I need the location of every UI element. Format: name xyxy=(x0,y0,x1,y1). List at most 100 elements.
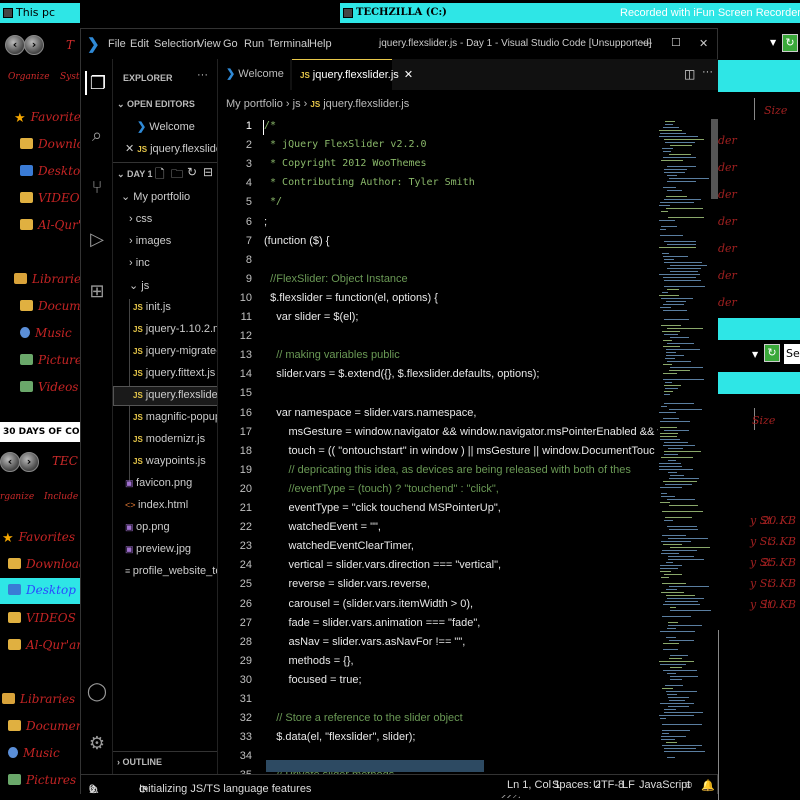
scrollbar-thumb[interactable] xyxy=(711,119,718,199)
code-line[interactable]: slider.vars = $.extend({}, $.flexslider.… xyxy=(264,368,539,380)
refresh-icon[interactable]: ↻ xyxy=(782,34,798,52)
tree-file-waypoints[interactable]: JS waypoints.js xyxy=(133,455,206,467)
outline-header[interactable]: › OUTLINE xyxy=(117,757,162,767)
size-column-header[interactable]: Size xyxy=(764,104,787,117)
folder-my-portfolio[interactable]: ⌄ My portfolio xyxy=(121,190,190,203)
back-button[interactable]: ‹ xyxy=(5,35,25,55)
code-line[interactable]: touch = (( "ontouchstart" in window ) ||… xyxy=(264,445,654,457)
code-line[interactable]: vertical = slider.vars.direction === "ve… xyxy=(264,559,501,571)
breadcrumb-folder[interactable]: My portfolio xyxy=(226,98,283,110)
run-debug-icon[interactable]: ▷ xyxy=(85,227,109,251)
code-line[interactable]: $.data(el, "flexslider", slider); xyxy=(264,731,415,743)
menu-go[interactable]: Go xyxy=(223,38,238,50)
nav-libraries[interactable]: Libraries xyxy=(2,692,75,706)
file-row-name[interactable]: der xyxy=(718,296,737,309)
code-line[interactable]: * Copyright 2012 WooThemes xyxy=(264,158,427,169)
explorer-icon[interactable]: ❐ xyxy=(85,71,109,95)
tree-file-favicon[interactable]: ▣ favicon.png xyxy=(125,477,192,489)
minimize-button[interactable]: — xyxy=(641,37,652,49)
accounts-icon[interactable]: ◯ xyxy=(85,679,109,703)
code-line[interactable]: reverse = slider.vars.reverse, xyxy=(264,578,430,590)
organize-button[interactable]: Organize xyxy=(8,72,50,82)
code-line[interactable]: // Store a reference to the slider objec… xyxy=(264,712,463,724)
code-line[interactable]: //eventType = (touch) ? "touchend" : "cl… xyxy=(264,483,498,495)
forward-button[interactable]: › xyxy=(19,452,39,472)
nav-documents[interactable]: Documents xyxy=(8,719,80,733)
file-row-name[interactable]: der xyxy=(718,188,737,201)
tree-folder-js[interactable]: ⌄ js xyxy=(129,279,149,292)
code-line[interactable]: (function ($) { xyxy=(264,235,329,247)
tree-file-flexslider[interactable]: JSjquery.flexslider.js xyxy=(133,389,217,401)
code-line[interactable]: // making variables public xyxy=(264,349,400,361)
minimap[interactable] xyxy=(659,119,711,769)
nav-documents[interactable]: Documents xyxy=(20,299,80,313)
code-line[interactable]: carousel = (slider.vars.itemWidth > 0), xyxy=(264,598,473,610)
organize-button[interactable]: rganize xyxy=(0,492,34,502)
code-area[interactable]: 1 /* 2 * jQuery FlexSlider v2.2.0 3 * Copyr… xyxy=(218,119,658,774)
search-box-label[interactable]: Se xyxy=(784,344,800,364)
code-line[interactable]: var slider = $(el); xyxy=(264,311,358,323)
open-editor-flexslider[interactable]: ✕ JSjquery.flexslider.j... xyxy=(125,142,217,155)
tree-file-modernizr[interactable]: JS modernizr.js xyxy=(133,433,205,445)
forward-button[interactable]: › xyxy=(24,35,44,55)
extensions-icon[interactable]: ⊞ xyxy=(85,279,109,303)
nav-downloads[interactable]: Downloads xyxy=(8,557,80,571)
code-line[interactable]: var namespace = slider.vars.namespace, xyxy=(264,407,476,419)
tree-file-fittext[interactable]: JS jquery.fittext.js xyxy=(133,367,215,379)
breadcrumb-js[interactable]: js xyxy=(293,98,301,110)
menu-terminal[interactable]: Terminal xyxy=(268,38,310,50)
nav-desktop-selected[interactable]: Desktop xyxy=(0,578,80,604)
tree-file-init-js[interactable]: JS init.js xyxy=(133,301,171,313)
nav-videos-folder[interactable]: VIDEOS xyxy=(8,611,76,625)
tree-file-jquery-migrate[interactable]: JSjquery-migrate-1.2... xyxy=(133,345,217,357)
tree-folder-inc[interactable]: › inc xyxy=(129,257,150,269)
file-row-name[interactable]: der xyxy=(718,161,737,174)
menu-run[interactable]: Run xyxy=(244,38,264,50)
nav-alquran[interactable]: Al-Qur'an xyxy=(20,218,80,232)
nav-desktop[interactable]: Desktop xyxy=(20,164,80,178)
more-actions-icon[interactable]: ··· xyxy=(197,69,208,81)
encoding[interactable]: UTF-8 xyxy=(593,779,624,791)
end-of-line[interactable]: LF xyxy=(622,779,635,791)
breadcrumb-file[interactable]: jquery.flexslider.js xyxy=(323,98,409,110)
new-file-icon[interactable]: 🗋 xyxy=(155,165,165,186)
tree-file-magnific[interactable]: JSmagnific-popup.js xyxy=(133,411,217,423)
tree-folder-images[interactable]: › images xyxy=(129,235,171,247)
tree-file-jquery-min[interactable]: JSjquery-1.10.2.min.js xyxy=(133,323,217,335)
code-line[interactable]: asNav = slider.vars.asNavFor !== "", xyxy=(264,636,465,648)
nav-pictures[interactable]: Pictures xyxy=(20,353,80,367)
code-line[interactable]: $.flexslider = function(el, options) { xyxy=(264,292,438,304)
code-line[interactable]: // depricating this idea, as devices are… xyxy=(264,464,630,476)
code-line[interactable]: methods = {}, xyxy=(264,655,353,667)
notifications-icon[interactable]: 🔔 xyxy=(701,779,715,792)
tree-file-index-html[interactable]: <> index.html xyxy=(125,499,188,511)
nav-music[interactable]: Music xyxy=(20,326,72,340)
search-icon[interactable]: ⌕ xyxy=(85,123,109,147)
file-row-name[interactable]: der xyxy=(718,242,737,255)
menu-selection[interactable]: Selection xyxy=(154,38,199,50)
address-crumb[interactable]: T xyxy=(66,38,74,52)
code-line[interactable]: * Contributing Author: Tyler Smith xyxy=(264,177,475,188)
menu-help[interactable]: Help xyxy=(309,38,332,50)
open-editor-welcome[interactable]: ❯ Welcome xyxy=(137,120,195,133)
tree-file-preview[interactable]: ▣ preview.jpg xyxy=(125,543,191,555)
code-line[interactable]: //FlexSlider: Object Instance xyxy=(264,273,408,285)
dropdown-arrow-icon[interactable]: ▼ xyxy=(752,350,758,359)
system-button[interactable]: Syste xyxy=(60,72,80,82)
tab-flexslider[interactable]: JS jquery.flexslider.js ✕ xyxy=(292,59,413,90)
back-button[interactable]: ‹ xyxy=(0,452,20,472)
nav-videos-folder[interactable]: VIDEOS xyxy=(20,191,80,205)
file-row-name[interactable]: der xyxy=(718,269,737,282)
code-line[interactable]: */ xyxy=(264,196,282,207)
code-line[interactable]: msGesture = window.navigator && window.n… xyxy=(264,426,658,438)
code-line[interactable]: watchedEvent = "", xyxy=(264,521,381,533)
nav-videos[interactable]: Videos xyxy=(20,380,78,394)
split-editor-icon[interactable]: ◫ xyxy=(684,67,695,81)
more-actions-icon[interactable]: ··· xyxy=(702,66,713,78)
address-crumb[interactable]: TEC xyxy=(52,454,78,468)
collapse-all-icon[interactable]: ⊟ xyxy=(203,165,213,179)
code-line[interactable]: watchedEventClearTimer, xyxy=(264,540,414,552)
maximize-button[interactable]: ☐ xyxy=(671,36,681,49)
nav-music[interactable]: Music xyxy=(8,746,60,760)
nav-libraries[interactable]: Libraries xyxy=(14,272,80,286)
